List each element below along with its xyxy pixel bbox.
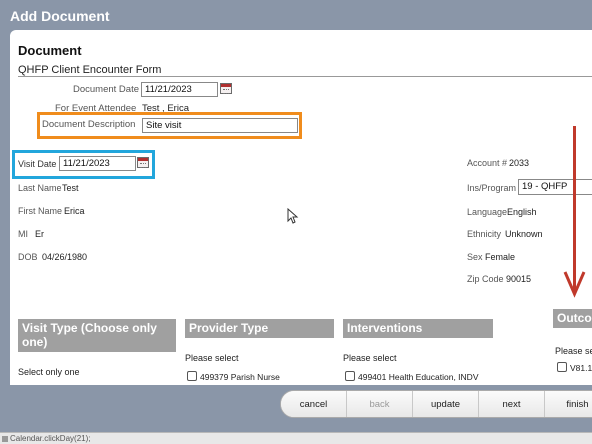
status-message: Calendar.clickDay(21); (10, 434, 91, 443)
provider-type-item-label: 499379 Parish Nurse (200, 372, 280, 382)
update-button[interactable]: update (413, 391, 479, 417)
cancel-button[interactable]: cancel (281, 391, 347, 417)
document-description-input[interactable]: Site visit (142, 118, 298, 133)
arrow-down-icon (563, 271, 586, 298)
section-heading-document: Document (18, 43, 82, 58)
mi-value: Er (35, 229, 44, 239)
form-name: QHFP Client Encounter Form (18, 64, 162, 76)
account-label: Account # (467, 158, 508, 168)
interventions-item-label: 499401 Health Education, INDV (358, 372, 479, 382)
dob-value: 04/26/1980 (42, 252, 88, 262)
outcomes-item-label: V81.1 (570, 363, 592, 373)
navigation-buttons: cancel back update next finish (280, 390, 592, 418)
calendar-icon[interactable] (137, 157, 149, 168)
section-header-visit-type: Visit Type (Choose only one) (18, 319, 176, 352)
first-name-value: Erica (64, 206, 85, 216)
ins-program-select[interactable]: 19 - QHFP (518, 179, 592, 195)
provider-type-checkbox[interactable] (187, 371, 197, 381)
back-button[interactable]: back (347, 391, 413, 417)
language-value: English (507, 207, 537, 217)
last-name-label: Last Name (18, 183, 62, 193)
dialog-title-bar: Add Document (0, 0, 592, 32)
sex-value: Female (485, 252, 516, 262)
next-button[interactable]: next (479, 391, 545, 417)
visit-date-label: Visit Date (18, 159, 57, 169)
language-label: Language (467, 207, 508, 217)
ethnicity-value: Unknown (505, 229, 543, 239)
document-date-input[interactable]: 11/21/2023 (141, 82, 218, 97)
outcomes-hint: Please sele (555, 346, 592, 356)
mouse-cursor-icon (287, 208, 299, 224)
visit-type-hint: Select only one (18, 367, 80, 377)
ethnicity-label: Ethnicity (467, 229, 502, 239)
section-header-interventions: Interventions (343, 319, 493, 338)
visit-date-input[interactable]: 11/21/2023 (59, 156, 136, 171)
interventions-hint: Please select (343, 353, 397, 363)
ins-program-label: Ins/Program (467, 183, 517, 193)
zip-code-value: 90015 (506, 274, 532, 284)
account-value: 2033 (509, 158, 530, 168)
last-name-value: Test (62, 183, 79, 193)
status-icon (2, 435, 8, 442)
sex-label: Sex (467, 252, 483, 262)
provider-type-hint: Please select (185, 353, 239, 363)
dob-label: DOB (18, 252, 38, 262)
status-text: Calendar.clickDay(21); (2, 434, 90, 443)
first-name-label: First Name (18, 206, 63, 216)
section-header-provider-type: Provider Type (185, 319, 334, 338)
dialog-title: Add Document (10, 8, 110, 24)
mi-label: MI (18, 229, 28, 239)
divider (18, 76, 592, 77)
zip-code-label: Zip Code (467, 274, 504, 284)
status-bar: Calendar.clickDay(21); (0, 432, 592, 444)
finish-button[interactable]: finish (545, 391, 592, 417)
arrow-annotation (573, 126, 576, 292)
interventions-checkbox[interactable] (345, 371, 355, 381)
document-description-label: Document Description (42, 119, 136, 130)
calendar-icon[interactable] (220, 83, 232, 94)
document-form: Document QHFP Client Encounter Form Docu… (10, 30, 592, 385)
document-date-label: Document Date (73, 84, 140, 95)
section-header-outcomes: Outco (553, 309, 592, 328)
outcomes-checkbox[interactable] (557, 362, 567, 372)
